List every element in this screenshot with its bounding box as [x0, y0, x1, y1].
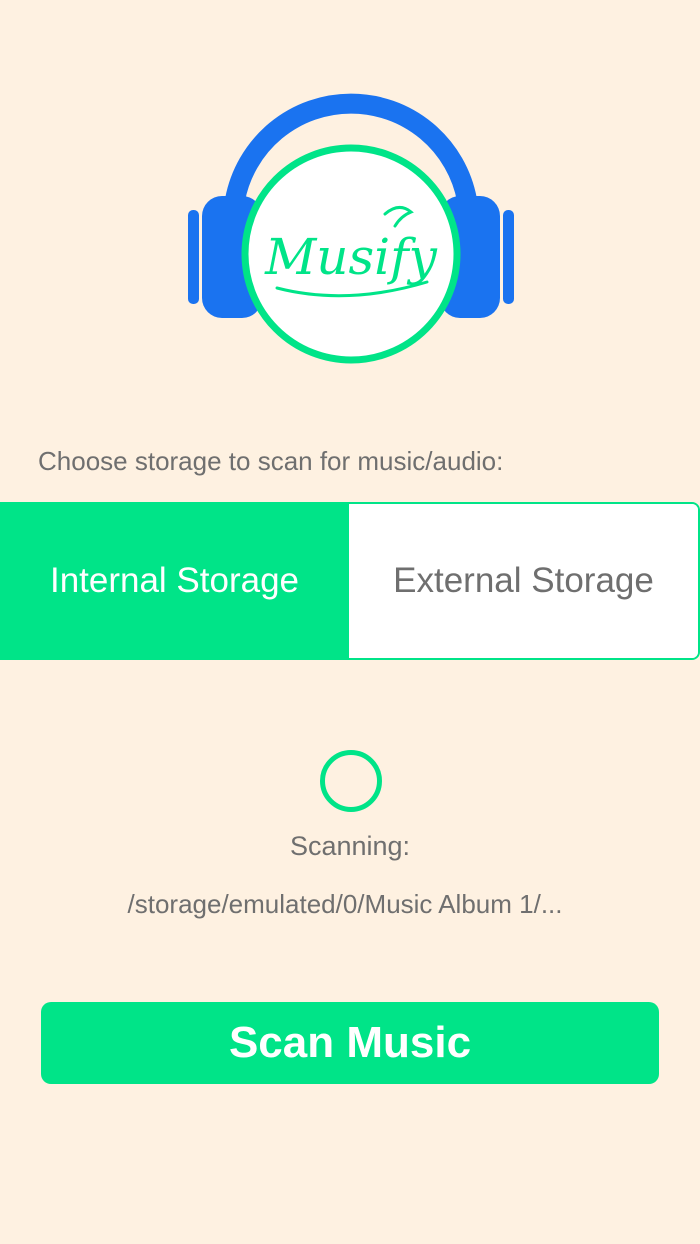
scanning-path: /storage/emulated/0/Music Album 1/...	[127, 889, 563, 919]
storage-selector: Internal Storage External Storage	[0, 502, 700, 660]
loading-spinner	[320, 750, 382, 812]
scan-music-button[interactable]: Scan Music	[41, 1002, 659, 1084]
scan-screen: Musify Choose storage to scan for music/…	[0, 0, 700, 1244]
headphones-icon: Musify	[188, 93, 514, 364]
logo-wordmark: Musify	[264, 228, 438, 286]
external-storage-option[interactable]: External Storage	[349, 504, 698, 658]
internal-storage-option[interactable]: Internal Storage	[0, 504, 349, 658]
storage-prompt: Choose storage to scan for music/audio:	[38, 446, 504, 476]
scanning-status-label: Scanning:	[289, 831, 411, 861]
musify-logo: Musify	[185, 92, 517, 364]
